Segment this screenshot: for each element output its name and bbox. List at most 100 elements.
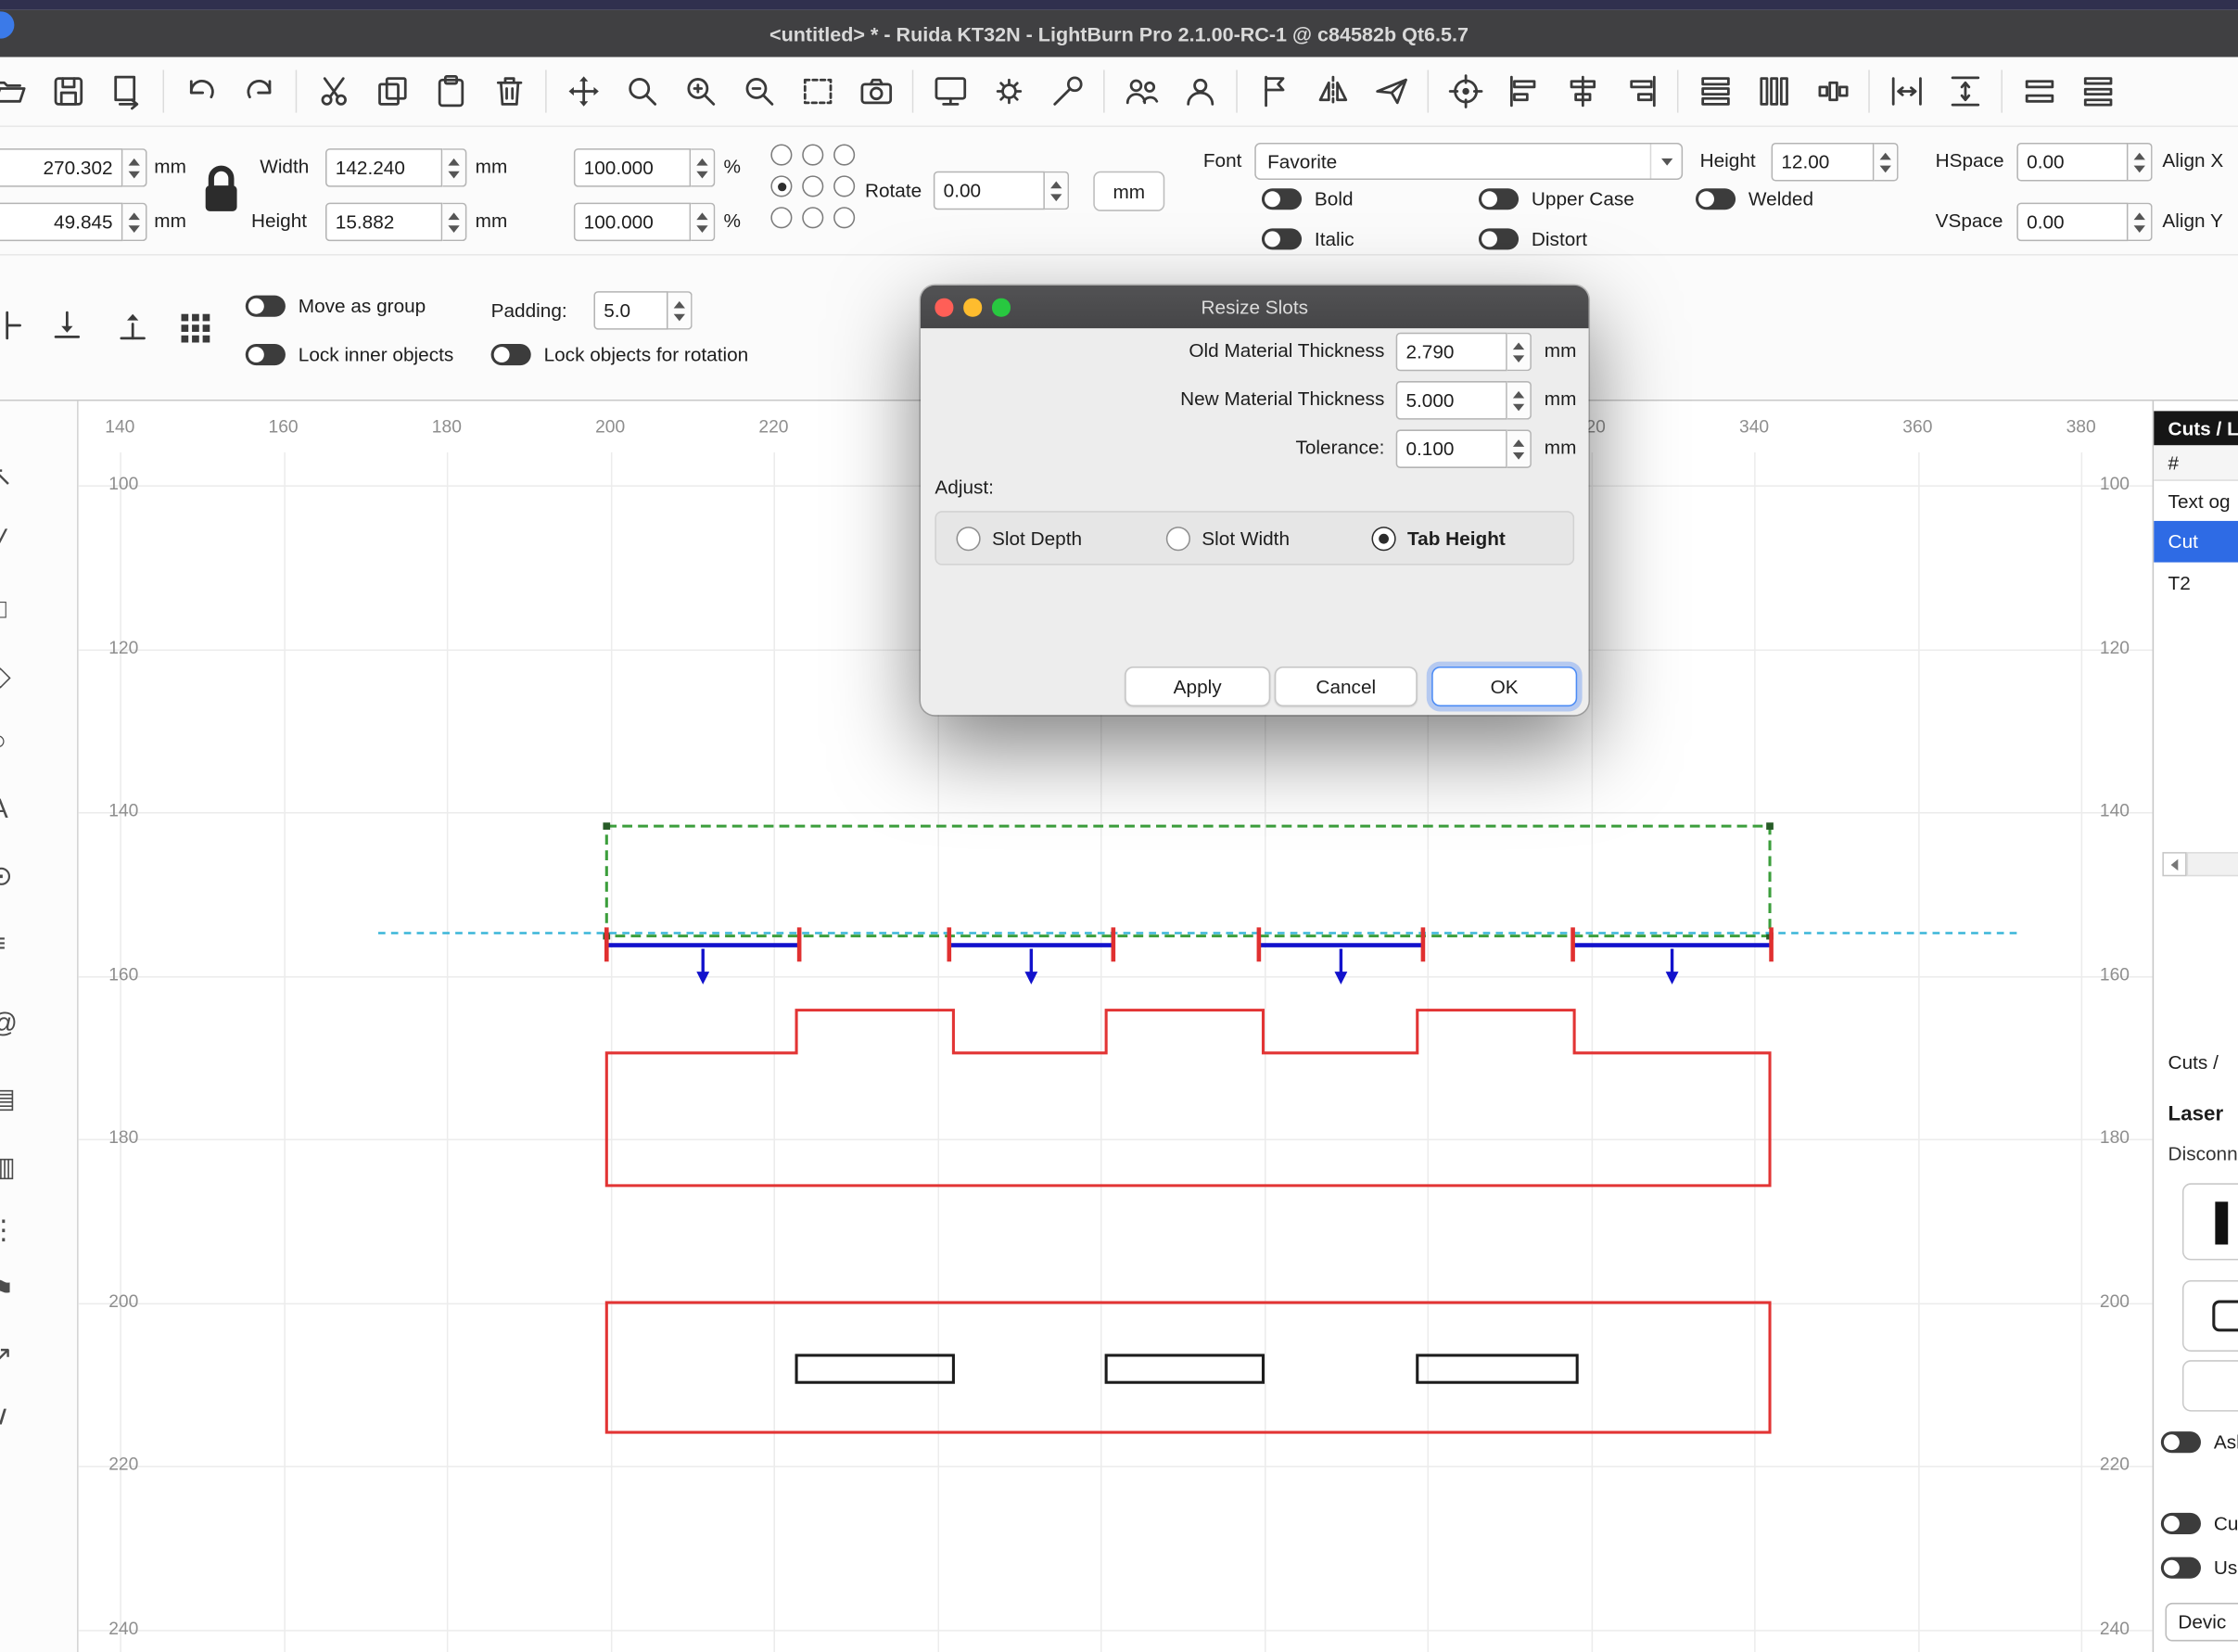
apply-button[interactable]: Apply [1125, 667, 1270, 706]
distort-toggle[interactable]: Distort [1479, 228, 1587, 249]
distribute-rows-icon[interactable] [1685, 66, 1744, 117]
anchor-middle-right[interactable] [833, 175, 855, 197]
close-icon[interactable] [935, 299, 952, 316]
new-thickness-input[interactable]: 5.000 [1396, 381, 1507, 420]
padding-input[interactable]: 5.0 [593, 291, 668, 330]
tool-polygon-icon[interactable]: ◇ [0, 661, 11, 693]
capture-icon[interactable] [846, 66, 905, 117]
align-right-icon[interactable] [1611, 66, 1670, 117]
lock-inner-objects-toggle[interactable]: Lock inner objects [246, 344, 453, 365]
anchor-top-right[interactable] [833, 144, 855, 165]
redo-icon[interactable] [230, 66, 288, 117]
tab-strip-outline[interactable] [606, 1010, 1770, 1186]
tolerance-input[interactable]: 0.100 [1396, 429, 1507, 468]
rotate-input[interactable]: 0.00 [934, 172, 1045, 210]
tool-select-icon[interactable]: ↖ [0, 461, 13, 493]
hspace-stepper[interactable] [2128, 143, 2152, 182]
anchor-top-left[interactable] [770, 144, 792, 165]
cut-selected-toggle[interactable]: Cut [2161, 1513, 2238, 1534]
upper-case-toggle[interactable]: Upper Case [1479, 188, 1634, 210]
lock-aspect-icon[interactable] [200, 161, 243, 222]
undo-icon[interactable] [172, 66, 230, 117]
tool-doc-icon[interactable]: ▤ [0, 1084, 16, 1116]
layer-row-t2[interactable]: T2 [2154, 563, 2238, 603]
ok-button[interactable]: OK [1431, 667, 1577, 706]
cancel-button[interactable]: Cancel [1275, 667, 1418, 706]
align-left-icon[interactable] [1494, 66, 1553, 117]
stack-two-icon[interactable] [2010, 66, 2068, 117]
extra-button[interactable] [2182, 1360, 2238, 1411]
font-height-input[interactable]: 12.00 [1772, 143, 1875, 182]
frame-button[interactable] [2182, 1280, 2238, 1352]
zoom-out-icon[interactable] [730, 66, 788, 117]
ask-switch-icon[interactable] [2161, 1431, 2201, 1453]
height-stepper[interactable] [442, 203, 466, 242]
push-down-icon[interactable] [48, 307, 85, 349]
space-horizontal-icon[interactable] [1876, 66, 1935, 117]
tab-cuts-layers[interactable]: Cuts / L [2154, 411, 2238, 445]
save-icon[interactable] [39, 66, 97, 117]
distribute-mixed-icon[interactable] [1802, 66, 1861, 117]
tool-line-icon[interactable]: ╱ [0, 529, 6, 562]
slot-width-radio[interactable] [1166, 527, 1190, 551]
push-up-icon[interactable] [114, 307, 151, 349]
units-button[interactable]: mm [1093, 172, 1164, 211]
move-as-group-toggle[interactable]: Move as group [246, 296, 426, 317]
anchor-bottom-center[interactable] [802, 207, 823, 228]
dialog-titlebar[interactable]: Resize Slots [921, 286, 1589, 328]
dock-icon[interactable] [0, 307, 26, 349]
font-combo[interactable]: Favorite [1254, 143, 1683, 180]
group-users-icon[interactable] [1112, 66, 1170, 117]
use-selection-toggle[interactable]: Use [2161, 1557, 2238, 1579]
use-selection-switch-icon[interactable] [2161, 1557, 2201, 1579]
vspace-input[interactable]: 0.00 [2016, 203, 2128, 242]
tab-height-radio[interactable] [1371, 527, 1395, 551]
italic-toggle[interactable]: Italic [1262, 228, 1354, 249]
width-percent-stepper[interactable] [691, 148, 715, 187]
paste-icon[interactable] [421, 66, 479, 117]
tool-flag-icon[interactable]: ⚑ [0, 1275, 14, 1307]
tab-cuts-bottom[interactable]: Cuts / [2168, 1052, 2219, 1074]
height-percent-input[interactable]: 100.000 [574, 203, 691, 242]
layer-row-cut-selected[interactable]: Cut [2154, 521, 2238, 563]
machine-settings-icon[interactable] [979, 66, 1037, 117]
frame-select-icon[interactable] [788, 66, 846, 117]
x-position-input[interactable]: 270.302 [0, 148, 122, 187]
slot-panel-outline[interactable] [606, 1303, 1770, 1432]
cut-icon[interactable] [304, 66, 362, 117]
anchor-middle-left[interactable] [770, 175, 792, 197]
slot-depth-radio[interactable] [956, 527, 980, 551]
tool-spiral-icon[interactable]: @ [0, 1009, 18, 1040]
rotate-stepper[interactable] [1045, 172, 1069, 210]
maximize-icon[interactable] [992, 299, 1010, 316]
height-input[interactable]: 15.882 [325, 203, 442, 242]
start-icon[interactable] [1244, 66, 1303, 117]
cut-selected-switch-icon[interactable] [2161, 1513, 2201, 1534]
font-height-stepper[interactable] [1874, 143, 1898, 182]
anchor-middle-center[interactable] [802, 175, 823, 197]
tool-text-icon[interactable]: A [0, 795, 8, 827]
welded-toggle[interactable]: Welded [1696, 188, 1813, 210]
padding-stepper[interactable] [668, 291, 693, 330]
width-percent-input[interactable]: 100.000 [574, 148, 691, 187]
italic-switch-icon[interactable] [1262, 228, 1302, 249]
user-icon[interactable] [1170, 66, 1228, 117]
anchor-bottom-right[interactable] [833, 207, 855, 228]
old-thickness-stepper[interactable] [1507, 333, 1532, 372]
design-outline-green[interactable] [606, 826, 1770, 935]
move-as-group-switch-icon[interactable] [246, 296, 286, 317]
width-stepper[interactable] [442, 148, 466, 187]
bold-toggle[interactable]: Bold [1262, 188, 1354, 210]
x-position-stepper[interactable] [122, 148, 146, 187]
delete-icon[interactable] [479, 66, 538, 117]
new-thickness-stepper[interactable] [1507, 381, 1532, 420]
move-icon[interactable] [553, 66, 612, 117]
copy-icon[interactable] [362, 66, 421, 117]
height-percent-stepper[interactable] [691, 203, 715, 242]
tools-icon[interactable] [1037, 66, 1096, 117]
y-position-input[interactable]: 49.845 [0, 203, 122, 242]
chevron-down-icon[interactable] [1650, 144, 1682, 178]
anchor-position-selector[interactable] [770, 144, 858, 231]
send-icon[interactable] [1362, 66, 1420, 117]
stack-three-icon[interactable] [2068, 66, 2127, 117]
